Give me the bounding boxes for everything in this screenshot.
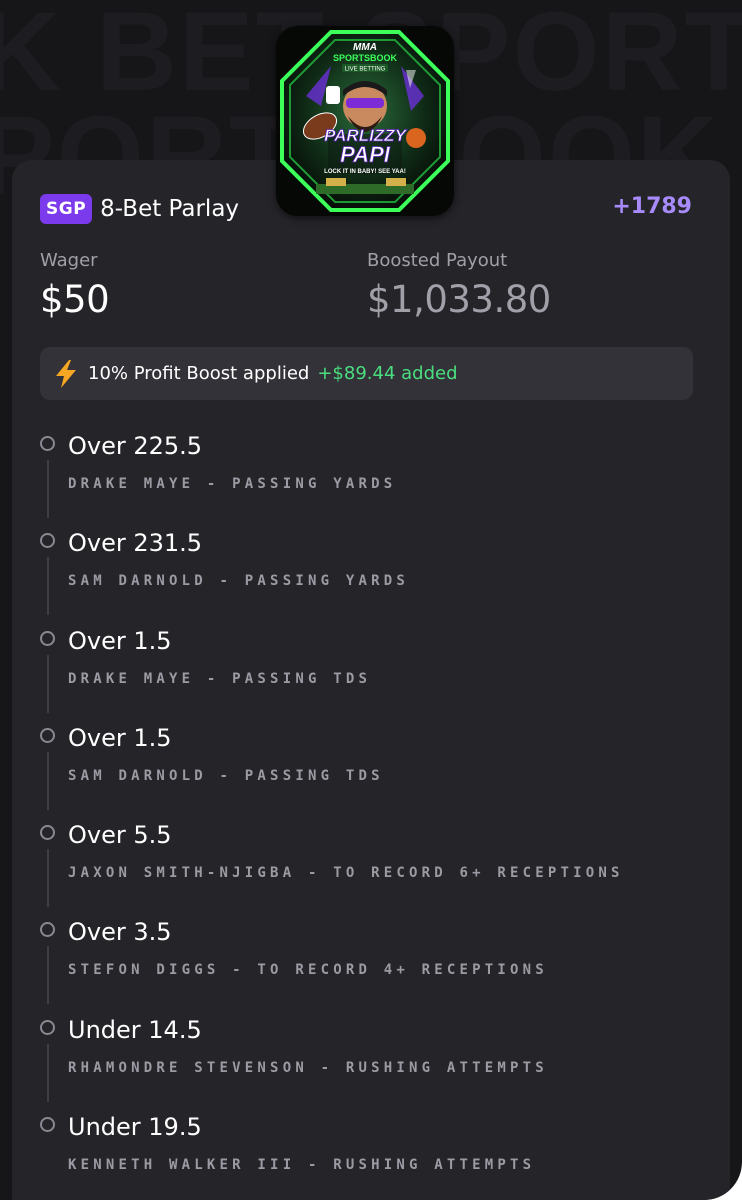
leg-description: RHAMONDRE STEVENSON - RUSHING ATTEMPTS — [68, 1059, 548, 1076]
leg-description: DRAKE MAYE - PASSING TDS — [68, 670, 372, 687]
leg-description: SAM DARNOLD - PASSING TDS — [68, 767, 384, 784]
parlay-leg[interactable]: Under 14.5 RHAMONDRE STEVENSON - RUSHING… — [38, 1014, 698, 1111]
boost-added-amount: +$89.44 added — [317, 363, 458, 384]
leg-status-circle-icon — [40, 727, 55, 743]
leg-connector — [47, 460, 49, 518]
leg-connector — [47, 1043, 49, 1102]
parlay-leg[interactable]: Under 19.5 KENNETH WALKER III - RUSHING … — [38, 1111, 698, 1200]
bet-slip-card[interactable]: SGP 8-Bet Parlay +1789 Wager $50 Boosted… — [12, 160, 730, 1200]
leg-line: Over 231.5 — [68, 529, 203, 558]
wager-label: Wager — [40, 250, 98, 271]
leg-connector — [47, 557, 49, 616]
leg-description: KENNETH WALKER III - RUSHING ATTEMPTS — [68, 1157, 536, 1174]
parlizzy-papi-logo: MMA SPORTSBOOK LIVE BETTING PARLIZZY PAP… — [276, 26, 454, 216]
payout-label: Boosted Payout — [367, 250, 508, 271]
leg-connector — [47, 654, 49, 713]
logo-tag-text: LIVE BETTING — [345, 67, 386, 73]
leg-status-circle-icon — [40, 533, 55, 549]
logo-brand-text: SPORTSBOOK — [333, 53, 398, 63]
parlay-leg[interactable]: Over 1.5 DRAKE MAYE - PASSING TDS — [38, 625, 698, 722]
leg-description: JAXON SMITH-NJIGBA - TO RECORD 6+ RECEPT… — [68, 865, 624, 882]
lightning-bolt-icon — [56, 359, 76, 388]
parlay-leg[interactable]: Over 1.5 SAM DARNOLD - PASSING TDS — [38, 722, 698, 819]
leg-line: Over 5.5 — [68, 821, 172, 850]
app-screen: K BET SPORTSBO PORTSBOOK HAR — [0, 0, 742, 1200]
logo-name-line2: PAPI — [340, 142, 391, 167]
leg-status-circle-icon — [40, 1019, 55, 1035]
leg-connector — [47, 946, 49, 1005]
leg-status-circle-icon — [40, 1117, 55, 1133]
leg-line: Over 3.5 — [68, 918, 172, 947]
boost-text: 10% Profit Boost applied — [88, 363, 310, 384]
bet-title: 8-Bet Parlay — [100, 196, 240, 222]
sgp-badge: SGP — [40, 194, 93, 224]
leg-description: DRAKE MAYE - PASSING YARDS — [68, 476, 397, 492]
leg-line: Under 14.5 — [68, 1015, 202, 1044]
leg-status-circle-icon — [40, 436, 55, 451]
payout-value: $1,033.80 — [367, 278, 551, 321]
leg-connector — [47, 751, 49, 810]
profit-boost-banner: 10% Profit Boost applied +$89.44 added — [40, 347, 693, 400]
parlay-leg[interactable]: Over 231.5 SAM DARNOLD - PASSING YARDS — [38, 527, 698, 624]
leg-status-circle-icon — [40, 825, 55, 841]
leg-description: STEFON DIGGS - TO RECORD 4+ RECEPTIONS — [68, 962, 548, 979]
parlay-leg[interactable]: Over 3.5 STEFON DIGGS - TO RECORD 4+ REC… — [38, 916, 698, 1013]
leg-line: Over 1.5 — [68, 723, 172, 752]
parlay-legs-list: Over 225.5 DRAKE MAYE - PASSING YARDS Ov… — [38, 430, 698, 1200]
leg-status-circle-icon — [40, 922, 55, 938]
logo-slogan: LOCK IT IN BABY! SEE YAA! — [324, 169, 406, 175]
logo-top-text: MMA — [353, 42, 377, 53]
wager-value: $50 — [40, 278, 110, 321]
parlay-odds: +1789 — [612, 194, 692, 219]
parlay-leg[interactable]: Over 5.5 JAXON SMITH-NJIGBA - TO RECORD … — [38, 819, 698, 916]
leg-line: Over 1.5 — [68, 626, 172, 655]
parlay-leg[interactable]: Over 225.5 DRAKE MAYE - PASSING YARDS — [38, 430, 698, 527]
leg-line: Under 19.5 — [68, 1113, 202, 1142]
leg-status-circle-icon — [40, 630, 55, 646]
leg-line: Over 225.5 — [68, 432, 203, 460]
leg-connector — [47, 849, 49, 908]
bet-header: SGP 8-Bet Parlay — [40, 192, 239, 226]
leg-description: SAM DARNOLD - PASSING YARDS — [68, 573, 409, 590]
